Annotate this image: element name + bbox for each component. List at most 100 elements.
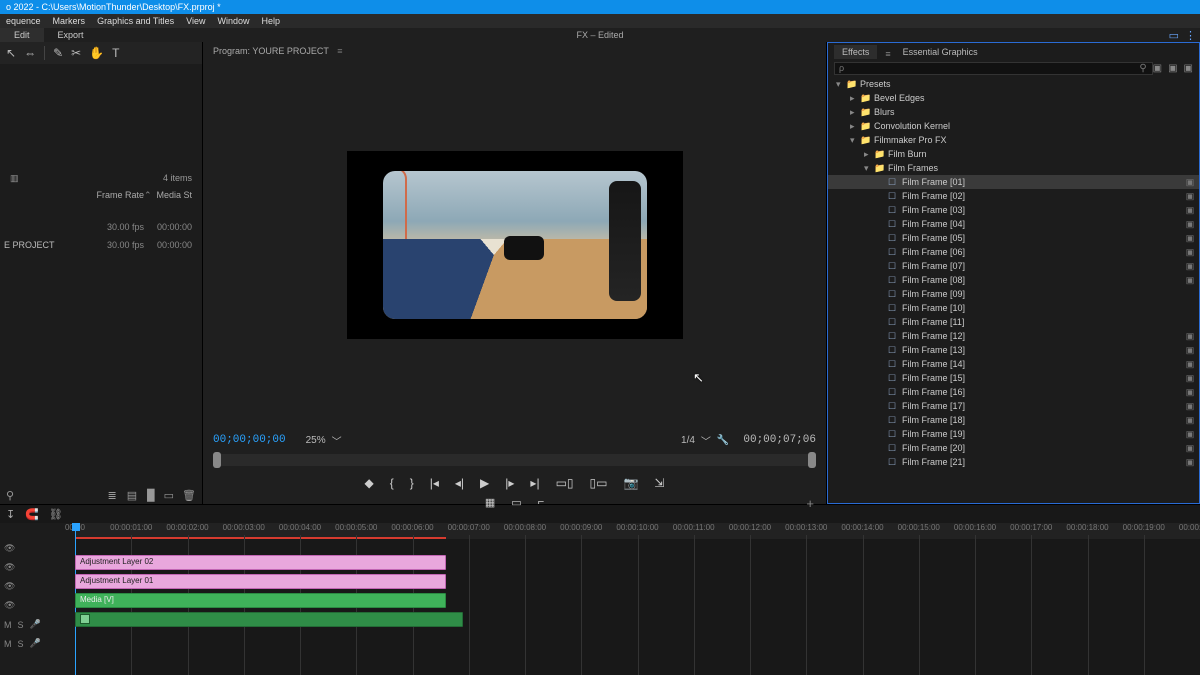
- col-framerate[interactable]: Frame Rate: [82, 190, 144, 200]
- menu-window[interactable]: Window: [217, 16, 249, 26]
- fx-badge-icon[interactable]: ▣: [1153, 63, 1162, 74]
- clip-adjustment-1[interactable]: Adjustment Layer 01: [75, 574, 446, 589]
- search-icon[interactable]: ⚲: [6, 489, 14, 502]
- tree-preset[interactable]: ☐Film Frame [07]▣: [828, 259, 1199, 273]
- timecode-current[interactable]: 00;00;00;00: [213, 434, 286, 446]
- tree-folder[interactable]: ▸📁Film Burn: [828, 147, 1199, 161]
- mark-out-icon[interactable]: }: [410, 476, 414, 490]
- workspace-edit[interactable]: Edit: [0, 28, 44, 42]
- disclosure-icon[interactable]: ▸: [864, 149, 874, 160]
- mute-button[interactable]: M: [4, 639, 12, 649]
- tree-preset[interactable]: ☐Film Frame [08]▣: [828, 273, 1199, 287]
- step-back-icon[interactable]: ◂|: [455, 476, 464, 490]
- mic-icon[interactable]: 🎤: [30, 638, 41, 649]
- tree-preset[interactable]: ☐Film Frame [10]: [828, 301, 1199, 315]
- mute-button[interactable]: M: [4, 620, 12, 630]
- tree-preset[interactable]: ☐Film Frame [18]▣: [828, 413, 1199, 427]
- panel-menu-icon[interactable]: ≡: [885, 49, 890, 59]
- trash-icon[interactable]: 🗑: [182, 489, 196, 502]
- tree-preset[interactable]: ☐Film Frame [05]▣: [828, 231, 1199, 245]
- crop-icon[interactable]: ▭: [511, 496, 521, 509]
- fx-badge-icon[interactable]: ▣: [1168, 63, 1177, 74]
- effects-search-input[interactable]: [834, 62, 1153, 75]
- panel-menu-icon[interactable]: ≡: [337, 46, 342, 56]
- tree-preset[interactable]: ☐Film Frame [12]▣: [828, 329, 1199, 343]
- fx-badge-icon[interactable]: ▣: [1184, 63, 1193, 74]
- safe-margins-icon[interactable]: ▦: [485, 496, 495, 509]
- tab-effects[interactable]: Effects: [834, 45, 877, 59]
- tree-preset[interactable]: ☐Film Frame [15]▣: [828, 371, 1199, 385]
- program-monitor[interactable]: [203, 60, 826, 430]
- project-row[interactable]: E PROJECT 30.00 fps 00:00:00: [0, 236, 202, 254]
- playback-resolution[interactable]: 1/4: [681, 435, 695, 446]
- tree-preset[interactable]: ☐Film Frame [09]: [828, 287, 1199, 301]
- scrub-handle-right[interactable]: [808, 452, 816, 468]
- eye-icon[interactable]: 👁: [4, 581, 15, 592]
- list-view-icon[interactable]: ≣: [108, 489, 117, 502]
- play-icon[interactable]: ▶: [480, 476, 489, 490]
- menu-sequence[interactable]: equence: [6, 16, 41, 26]
- workspace-export[interactable]: Export: [44, 28, 98, 42]
- pen-tool-icon[interactable]: ✎: [53, 46, 63, 60]
- clip-adjustment-2[interactable]: Adjustment Layer 02: [75, 555, 446, 570]
- menu-view[interactable]: View: [186, 16, 205, 26]
- tree-folder[interactable]: ▸📁Convolution Kernel: [828, 119, 1199, 133]
- tree-preset[interactable]: ☐Film Frame [06]▣: [828, 245, 1199, 259]
- workspace-overflow-icon[interactable]: ⋮: [1185, 29, 1196, 42]
- track-select-tool-icon[interactable]: ⇔: [24, 46, 36, 60]
- tree-preset[interactable]: ☐Film Frame [20]▣: [828, 441, 1199, 455]
- mini-scrubber[interactable]: [213, 454, 816, 466]
- time-ruler[interactable]: 00:0000:00:01:0000:00:02:0000:00:03:0000…: [75, 523, 1200, 539]
- tree-preset[interactable]: ☐Film Frame [01]▣: [828, 175, 1199, 189]
- disclosure-icon[interactable]: ▸: [850, 93, 860, 104]
- chevron-down-icon[interactable]: ﹀: [332, 433, 342, 448]
- button-editor-icon[interactable]: +: [806, 496, 814, 511]
- col-media-start[interactable]: Media St: [152, 190, 198, 200]
- tree-folder[interactable]: ▾📁Film Frames: [828, 161, 1199, 175]
- clip-media-audio[interactable]: [75, 612, 463, 627]
- solo-button[interactable]: S: [18, 639, 24, 649]
- clip-media-video[interactable]: Media [V]: [75, 593, 446, 608]
- snap-icon[interactable]: 🧲: [25, 508, 39, 521]
- mic-icon[interactable]: 🎤: [30, 619, 41, 630]
- eye-icon[interactable]: 👁: [4, 562, 15, 573]
- tree-preset[interactable]: ☐Film Frame [13]▣: [828, 343, 1199, 357]
- wrench-icon[interactable]: 🔧: [717, 435, 729, 446]
- eye-icon[interactable]: 👁: [4, 600, 15, 611]
- corner-icon[interactable]: ⌐: [538, 496, 544, 509]
- tree-folder[interactable]: ▸📁Bevel Edges: [828, 91, 1199, 105]
- razor-tool-icon[interactable]: ✂: [71, 46, 81, 60]
- type-tool-icon[interactable]: T: [112, 46, 119, 60]
- zoom-level[interactable]: 25%: [306, 435, 326, 446]
- tree-presets[interactable]: ▾📁Presets: [828, 77, 1199, 91]
- menu-graphics[interactable]: Graphics and Titles: [97, 16, 174, 26]
- menu-help[interactable]: Help: [261, 16, 280, 26]
- tree-preset[interactable]: ☐Film Frame [03]▣: [828, 203, 1199, 217]
- mark-in-icon[interactable]: {: [390, 476, 394, 490]
- tree-folder[interactable]: ▾📁Filmmaker Pro FX: [828, 133, 1199, 147]
- freeform-view-icon[interactable]: ▤: [127, 489, 137, 502]
- chevron-down-icon[interactable]: ﹀: [701, 433, 711, 448]
- disclosure-icon[interactable]: ▸: [850, 107, 860, 118]
- solo-button[interactable]: S: [18, 620, 24, 630]
- project-row[interactable]: 30.00 fps 00:00:00: [0, 218, 202, 236]
- tree-folder[interactable]: ▸📁Blurs: [828, 105, 1199, 119]
- new-item-icon[interactable]: ▭: [164, 489, 174, 502]
- tree-preset[interactable]: ☐Film Frame [19]▣: [828, 427, 1199, 441]
- menu-markers[interactable]: Markers: [53, 16, 86, 26]
- tree-preset[interactable]: ☐Film Frame [04]▣: [828, 217, 1199, 231]
- go-to-in-icon[interactable]: |◂: [430, 476, 439, 490]
- disclosure-icon[interactable]: ▾: [850, 135, 860, 146]
- step-forward-icon[interactable]: |▸: [505, 476, 514, 490]
- timeline-tracks[interactable]: 00:0000:00:01:0000:00:02:0000:00:03:0000…: [75, 523, 1200, 675]
- sort-arrow-icon[interactable]: ⌃: [144, 190, 152, 201]
- disclosure-icon[interactable]: ▸: [850, 121, 860, 132]
- project-view-icon[interactable]: ▥: [10, 173, 19, 184]
- eye-icon[interactable]: 👁: [4, 543, 15, 554]
- tree-preset[interactable]: ☐Film Frame [02]▣: [828, 189, 1199, 203]
- add-marker-icon[interactable]: ◆: [365, 476, 374, 490]
- go-to-out-icon[interactable]: ▸|: [530, 476, 539, 490]
- tree-preset[interactable]: ☐Film Frame [14]▣: [828, 357, 1199, 371]
- tab-essential-graphics[interactable]: Essential Graphics: [895, 45, 986, 59]
- export-frame-icon[interactable]: 📷: [623, 476, 638, 490]
